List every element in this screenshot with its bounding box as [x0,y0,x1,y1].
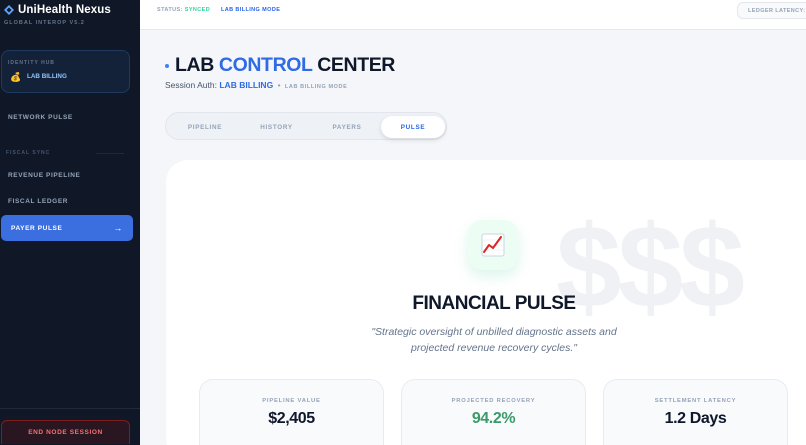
identity-hub-card[interactable]: IDENTITY HUB 💰 LAB BILLING [1,50,130,93]
pulse-title: FINANCIAL PULSE [412,293,576,314]
sidebar-item-fiscal-ledger[interactable]: FISCAL LEDGER [8,198,68,205]
status-label: STATUS: [157,7,183,13]
sidebar-divider [0,408,140,409]
money-bag-icon: 💰 [10,72,22,82]
top-bar: STATUS: SYNCED LAB BILLING MODE LEDGER L… [140,0,806,30]
stat-value: 94.2% [471,410,516,427]
stat-label: SETTLEMENT LATENCY [654,398,737,404]
arrow-right-icon: → [113,223,123,233]
status-value: SYNCED [184,7,211,13]
session-mode: LAB BILLING MODE [284,84,348,90]
sidebar-section-label: FISCAL SYNC [6,150,51,156]
brand-version: GLOBAL INTEROP V5.2 [4,20,85,26]
pulse-quote: "Strategic oversight of unbilled diagnos… [371,326,617,354]
financial-pulse-card: $$$ FINANCIAL PULSE "Strategic oversight… [166,160,806,445]
view-tabs: PIPELINE HISTORY PAYERS PULSE [165,112,447,140]
sidebar: UniHealth Nexus GLOBAL INTEROP V5.2 IDEN… [0,0,140,445]
sidebar-section-fiscal-sync: FISCAL SYNC [6,150,124,156]
stat-pipeline-value: PIPELINE VALUE $2,405 [199,379,384,445]
session-label: Session Auth: [165,80,217,90]
stat-settlement-latency: SETTLEMENT LATENCY 1.2 Days [603,379,788,445]
tab-pulse[interactable]: PULSE [381,116,445,138]
session-value: LAB BILLING [219,80,274,90]
identity-hub-label: IDENTITY HUB [8,60,55,66]
sidebar-item-network-pulse[interactable]: NETWORK PULSE [8,114,73,121]
sidebar-item-revenue-pipeline[interactable]: REVENUE PIPELINE [8,172,80,179]
title-part-2: CENTER [317,54,395,76]
session-separator: • [277,80,281,90]
title-accent: CONTROL [218,54,313,76]
diamond-logo-icon [4,5,14,15]
section-divider [96,152,124,154]
stat-label: PIPELINE VALUE [262,398,321,404]
sidebar-item-label: PAYER PULSE [11,224,63,232]
stat-value: $2,405 [268,410,315,427]
stat-projected-recovery: PROJECTED RECOVERY 94.2% [401,379,586,445]
identity-hub-value: LAB BILLING [27,73,67,80]
sidebar-item-payer-pulse[interactable]: PAYER PULSE → [1,215,133,241]
chart-trend-icon [468,220,518,270]
end-session-button[interactable]: END NODE SESSION [1,420,130,444]
brand-title: UniHealth Nexus [18,4,111,16]
brand: UniHealth Nexus [4,4,111,16]
stat-value: 1.2 Days [664,410,727,427]
stat-label: PROJECTED RECOVERY [451,398,536,404]
tab-pipeline[interactable]: PIPELINE [174,116,236,138]
title-part-1: LAB [175,54,214,76]
status-indicator: STATUS: SYNCED [157,7,210,13]
ledger-latency-pill: LEDGER LATENCY: 1. [737,2,806,19]
tab-history[interactable]: HISTORY [244,116,309,138]
page-title: LAB CONTROL CENTER [175,54,395,77]
tab-payers[interactable]: PAYERS [314,116,380,138]
title-dot-icon [165,64,169,68]
session-auth: Session Auth: LAB BILLING • LAB BILLING … [165,80,347,90]
mode-indicator: LAB BILLING MODE [221,7,281,13]
